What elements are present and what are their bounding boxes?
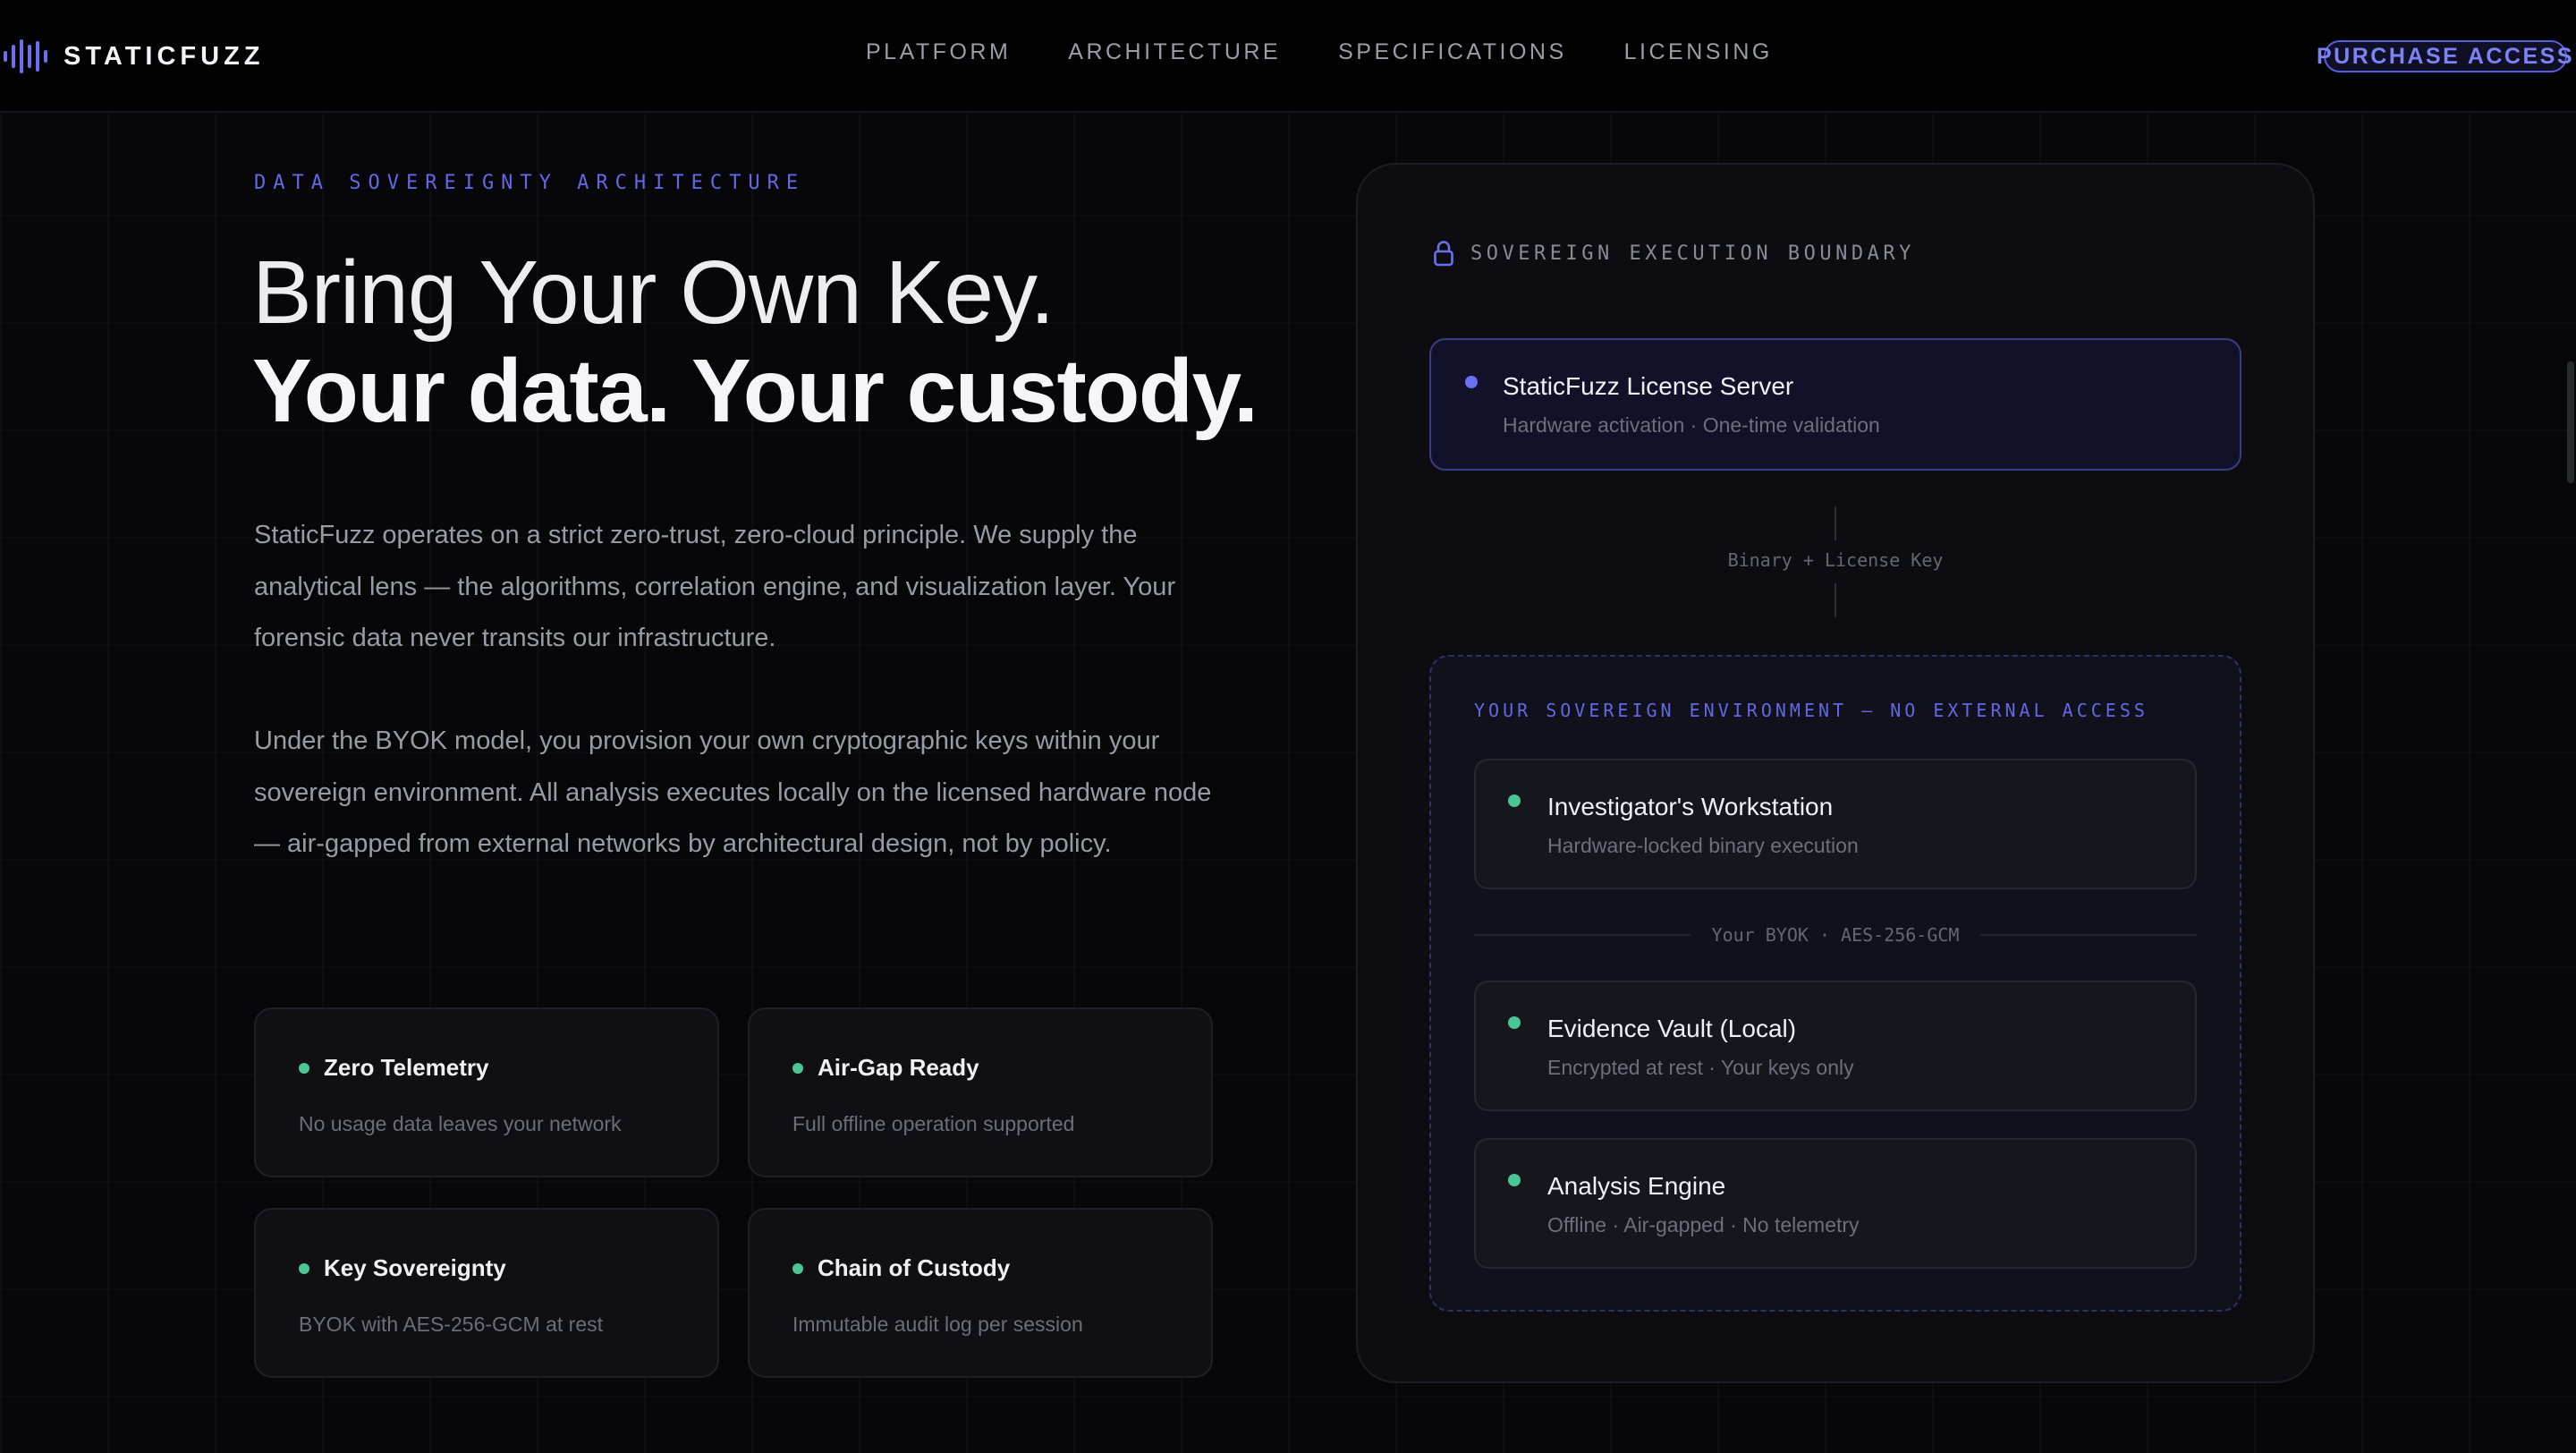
feature-card-air-gap: Air-Gap Ready Full offline operation sup… bbox=[748, 1007, 1213, 1177]
headline-line-2: Your data. Your custody. bbox=[252, 341, 1258, 441]
top-nav: STATICFUZZ PLATFORM ARCHITECTURE SPECIFI… bbox=[0, 0, 2576, 113]
byok-paragraph: Under the BYOK model, you provision your… bbox=[254, 726, 1212, 858]
flow-connector bbox=[1835, 506, 1836, 540]
sovereign-environment-box: YOUR SOVEREIGN ENVIRONMENT — NO EXTERNAL… bbox=[1429, 655, 2241, 1312]
headline-line-1: Bring Your Own Key. bbox=[252, 242, 1055, 343]
lock-icon bbox=[1434, 241, 1453, 267]
feature-desc: No usage data leaves your network bbox=[299, 1112, 622, 1135]
feature-card-chain-of-custody: Chain of Custody Immutable audit log per… bbox=[748, 1208, 1213, 1378]
feature-title: Chain of Custody bbox=[818, 1254, 1011, 1281]
status-dot-icon bbox=[792, 1062, 803, 1074]
card-title: StaticFuzz License Server bbox=[1503, 372, 1794, 400]
feature-title: Air-Gap Ready bbox=[818, 1054, 979, 1081]
waveform-icon bbox=[4, 39, 47, 73]
status-dot-icon bbox=[1508, 1174, 1521, 1186]
card-title: Analysis Engine bbox=[1547, 1172, 1726, 1200]
status-dot-icon bbox=[1465, 376, 1478, 388]
feature-desc: BYOK with AES-256-GCM at rest bbox=[299, 1313, 604, 1336]
nav-links: PLATFORM ARCHITECTURE SPECIFICATIONS LIC… bbox=[866, 39, 1773, 65]
purchase-access-button[interactable]: PURCHASE ACCESS bbox=[2317, 40, 2572, 72]
status-dot-icon bbox=[1508, 1016, 1521, 1029]
evidence-vault-card: Evidence Vault (Local) Encrypted at rest… bbox=[1474, 981, 2197, 1111]
flow-label: Binary + License Key bbox=[1727, 549, 1944, 571]
license-server-card: StaticFuzz License Server Hardware activ… bbox=[1429, 338, 2241, 471]
boundary-label: SOVEREIGN EXECUTION BOUNDARY bbox=[1470, 242, 1915, 265]
divider-label: Your BYOK · AES-256-GCM bbox=[1711, 924, 1960, 946]
boundary-header: SOVEREIGN EXECUTION BOUNDARY bbox=[1433, 240, 1915, 267]
feature-card-key-sovereignty: Key Sovereignty BYOK with AES-256-GCM at… bbox=[254, 1208, 719, 1378]
card-subtitle: Hardware activation · One-time validatio… bbox=[1503, 413, 1880, 437]
status-dot-icon bbox=[299, 1262, 309, 1274]
brand-name: STATICFUZZ bbox=[64, 41, 265, 71]
nav-link-platform[interactable]: PLATFORM bbox=[866, 39, 1011, 65]
workstation-card: Investigator's Workstation Hardware-lock… bbox=[1474, 759, 2197, 889]
nav-link-licensing[interactable]: LICENSING bbox=[1624, 39, 1773, 65]
flow-connector bbox=[1835, 583, 1836, 617]
status-dot-icon bbox=[792, 1262, 803, 1274]
status-dot-icon bbox=[299, 1062, 309, 1074]
card-subtitle: Offline · Air-gapped · No telemetry bbox=[1547, 1213, 1860, 1236]
feature-title: Key Sovereignty bbox=[324, 1254, 506, 1281]
card-subtitle: Hardware-locked binary execution bbox=[1547, 834, 1859, 857]
feature-title: Zero Telemetry bbox=[324, 1054, 489, 1081]
nav-link-specifications[interactable]: SPECIFICATIONS bbox=[1338, 39, 1567, 65]
status-dot-icon bbox=[1508, 794, 1521, 807]
card-subtitle: Encrypted at rest · Your keys only bbox=[1547, 1056, 1854, 1079]
card-title: Investigator's Workstation bbox=[1547, 793, 1834, 820]
divider-line bbox=[1980, 934, 2198, 936]
architecture-panel: SOVEREIGN EXECUTION BOUNDARY StaticFuzz … bbox=[1356, 163, 2315, 1383]
nav-link-architecture[interactable]: ARCHITECTURE bbox=[1068, 39, 1281, 65]
divider-line bbox=[1474, 934, 1690, 936]
intro-paragraph: StaticFuzz operates on a strict zero-tru… bbox=[254, 521, 1176, 652]
brand-logo[interactable]: STATICFUZZ bbox=[4, 39, 265, 73]
byok-divider: Your BYOK · AES-256-GCM bbox=[1474, 922, 2198, 948]
feature-card-zero-telemetry: Zero Telemetry No usage data leaves your… bbox=[254, 1007, 719, 1177]
hero-headline: Bring Your Own Key. Your data. Your cust… bbox=[252, 242, 1258, 441]
feature-desc: Full offline operation supported bbox=[792, 1112, 1075, 1135]
section-eyebrow: DATA SOVEREIGNTY ARCHITECTURE bbox=[254, 172, 806, 194]
scrollbar-thumb[interactable] bbox=[2567, 361, 2574, 483]
feature-desc: Immutable audit log per session bbox=[792, 1313, 1083, 1336]
environment-label: YOUR SOVEREIGN ENVIRONMENT — NO EXTERNAL… bbox=[1474, 700, 2148, 721]
card-title: Evidence Vault (Local) bbox=[1547, 1015, 1797, 1042]
analysis-engine-card: Analysis Engine Offline · Air-gapped · N… bbox=[1474, 1138, 2197, 1269]
